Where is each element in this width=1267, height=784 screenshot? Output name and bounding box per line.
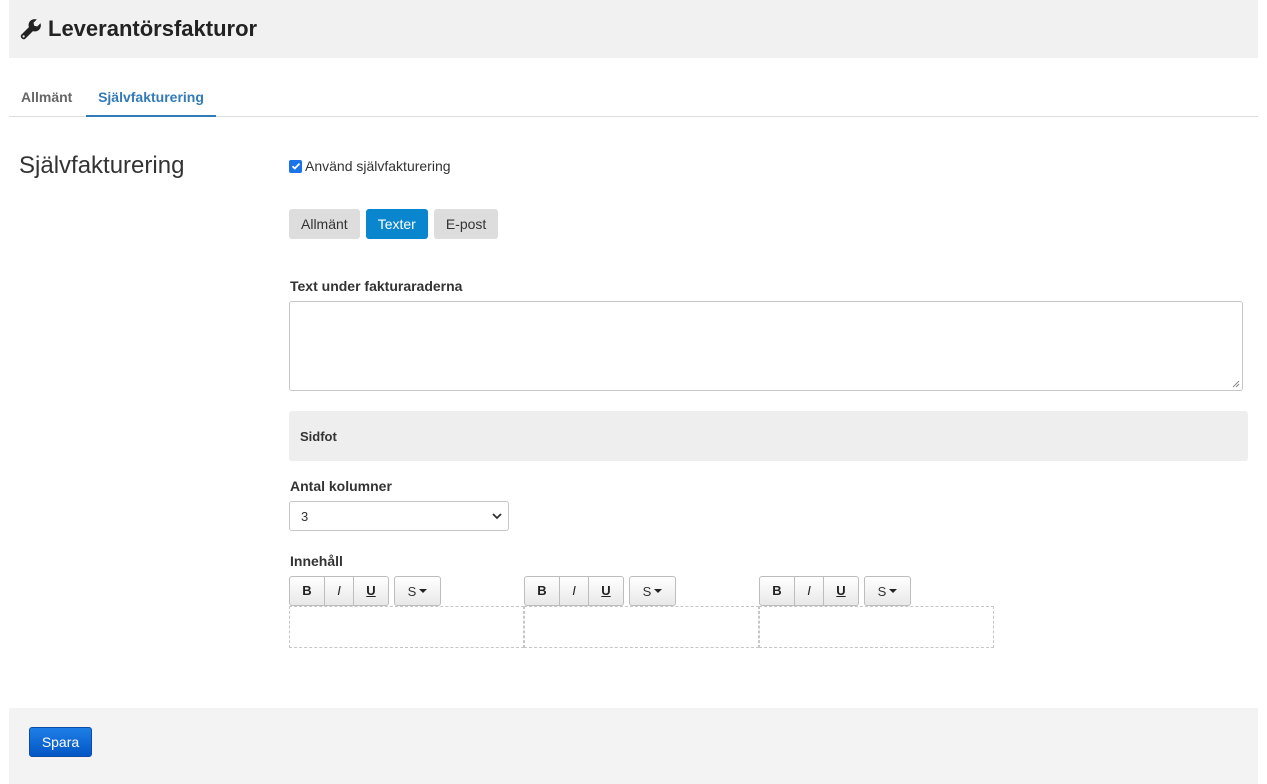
underline-button[interactable]: U: [824, 577, 858, 605]
format-button-group: B I U: [759, 576, 859, 606]
columns-label: Antal kolumner: [290, 478, 392, 494]
content-label: Innehåll: [290, 553, 343, 569]
tab-general[interactable]: Allmänt: [21, 78, 72, 116]
style-dropdown-button[interactable]: S: [394, 576, 441, 606]
editor-toolbar: B I U S: [759, 576, 911, 606]
use-self-invoicing-row: Använd självfakturering: [289, 158, 451, 174]
italic-button[interactable]: I: [560, 577, 589, 605]
underline-button[interactable]: U: [589, 577, 623, 605]
subtab-general[interactable]: Allmänt: [289, 209, 360, 239]
main-tabs: Allmänt Självfakturering: [9, 78, 1258, 117]
use-self-invoicing-label[interactable]: Använd självfakturering: [305, 158, 451, 174]
italic-button[interactable]: I: [795, 577, 824, 605]
page-title: Leverantörsfakturor: [48, 16, 258, 41]
wrench-icon: [20, 19, 41, 40]
subtab-texts[interactable]: Texter: [365, 209, 428, 239]
format-button-group: B I U: [524, 576, 624, 606]
save-button[interactable]: Spara: [29, 727, 92, 757]
content-editor-1: B I U S: [289, 576, 524, 648]
columns-select-value: 3: [301, 509, 309, 524]
subtabs: Allmänt Texter E-post: [289, 209, 499, 239]
footer-panel: Sidfot: [289, 411, 1248, 461]
style-dropdown-label: S: [642, 583, 652, 599]
chevron-down-icon: [492, 513, 502, 520]
tab-self-invoicing[interactable]: Självfakturering: [86, 78, 216, 117]
caret-down-icon: [654, 589, 663, 593]
italic-button[interactable]: I: [325, 577, 354, 605]
content-editor-area[interactable]: [524, 606, 759, 648]
style-dropdown-button[interactable]: S: [629, 576, 676, 606]
page-header: Leverantörsfakturor: [9, 0, 1258, 58]
caret-down-icon: [889, 589, 898, 593]
page: Leverantörsfakturor Allmänt Självfakture…: [0, 0, 1267, 784]
bold-button[interactable]: B: [760, 577, 795, 605]
subtab-email[interactable]: E-post: [433, 209, 499, 239]
editor-toolbar: B I U S: [524, 576, 676, 606]
underline-button[interactable]: U: [354, 577, 388, 605]
section-title: Självfakturering: [19, 152, 185, 179]
style-dropdown-button[interactable]: S: [864, 576, 911, 606]
content-editor-3: B I U S: [759, 576, 994, 648]
text-under-label: Text under fakturaraderna: [290, 278, 463, 294]
style-dropdown-label: S: [407, 583, 417, 599]
content-editor-2: B I U S: [524, 576, 759, 648]
checkmark-icon: [291, 162, 300, 170]
text-under-textarea[interactable]: [289, 301, 1243, 391]
editor-toolbar: B I U S: [289, 576, 441, 606]
columns-select[interactable]: 3: [289, 501, 509, 531]
format-button-group: B I U: [289, 576, 389, 606]
bold-button[interactable]: B: [525, 577, 560, 605]
bottom-action-bar: Spara: [9, 708, 1258, 784]
caret-down-icon: [419, 589, 428, 593]
content-editor-area[interactable]: [289, 606, 524, 648]
style-dropdown-label: S: [877, 583, 887, 599]
footer-heading: Sidfot: [300, 429, 337, 444]
use-self-invoicing-checkbox[interactable]: [289, 159, 302, 173]
content-editor-area[interactable]: [759, 606, 994, 648]
resize-grip-icon[interactable]: [1232, 380, 1240, 388]
bold-button[interactable]: B: [290, 577, 325, 605]
